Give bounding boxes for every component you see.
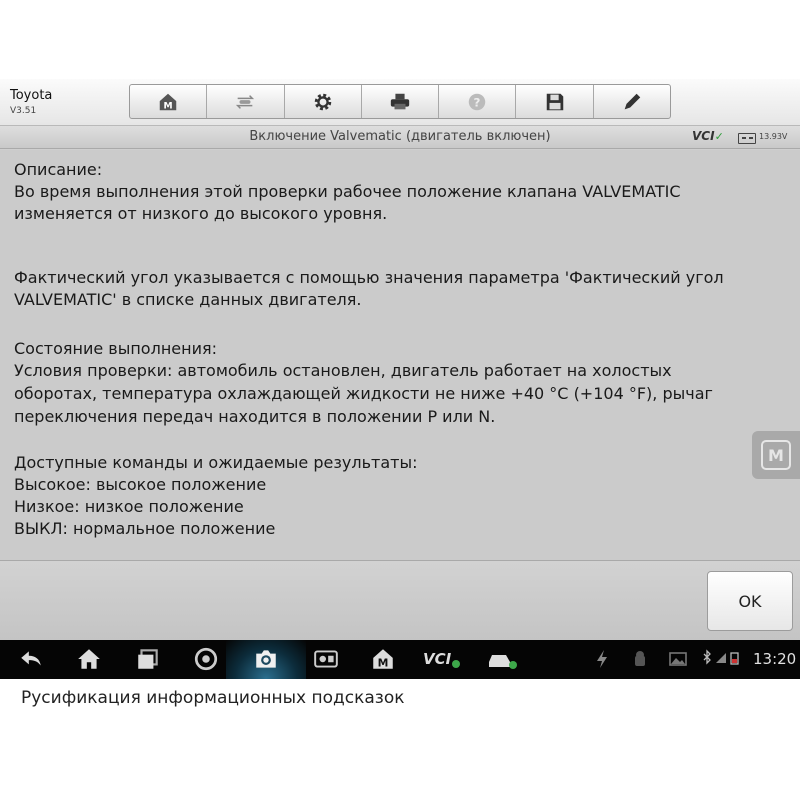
brightness-icon [314, 650, 338, 668]
text-line: Состояние выполнения: [14, 339, 217, 358]
status-clock: 13:20 [753, 650, 797, 668]
gallery-icon [668, 646, 688, 672]
help-button[interactable]: ? [439, 85, 517, 118]
svg-text:VCI: VCI [423, 650, 452, 668]
save-button[interactable] [516, 85, 594, 118]
action-bar: OK [0, 560, 800, 641]
back-button[interactable] [18, 646, 44, 672]
text-line: Условия проверки: автомобиль остановлен,… [14, 361, 672, 380]
recent-apps-button[interactable] [135, 646, 161, 672]
brightness-button[interactable] [313, 646, 339, 672]
printer-icon [390, 93, 410, 109]
settings-button[interactable] [285, 85, 362, 118]
app-screen: Toyota V3.51 M ? Включение Valvematic (д… [0, 79, 800, 679]
home-m-icon: M [159, 93, 177, 111]
help-icon: ? [469, 93, 486, 110]
print-button[interactable] [362, 85, 440, 118]
usb-debug-icon [592, 646, 612, 672]
text-line: Фактический угол указывается с помощью з… [14, 268, 724, 287]
floating-menu-button[interactable]: M [752, 431, 800, 479]
svg-text:?: ? [474, 95, 481, 109]
vci-app-button[interactable]: VCI [423, 646, 463, 672]
top-bar: Toyota V3.51 M ? [0, 79, 800, 126]
image-icon [669, 652, 687, 666]
pencil-icon [624, 93, 641, 109]
android-navigation-bar: M VCI 13:20 [0, 640, 800, 679]
vci-label: VCI [692, 129, 715, 143]
text-line: Во время выполнения этой проверки рабоче… [14, 182, 681, 201]
page-title: Включение Valvematic (двигатель включен) [249, 129, 551, 144]
text-line: переключения передач находится в положен… [14, 407, 496, 426]
text-line: Высокое: высокое положение [14, 475, 267, 494]
home-button[interactable]: M [130, 85, 208, 118]
vci-connected-icon: ✓ [714, 130, 724, 143]
chrome-icon [194, 647, 218, 671]
svg-text:M: M [164, 100, 173, 111]
home-nav-button[interactable] [76, 646, 102, 672]
status-icons [700, 646, 752, 672]
home-icon [78, 649, 100, 669]
main-toolbar: M ? [129, 84, 671, 119]
text-line: Описание: [14, 160, 103, 179]
vehicle-info: Toyota V3.51 [10, 88, 52, 116]
floppy-icon [546, 93, 563, 110]
text-line: изменяется от низкого до высокого уровня… [14, 204, 388, 223]
home-m-icon: M [373, 649, 393, 670]
ok-button[interactable]: OK [707, 571, 793, 631]
car-icon [489, 655, 517, 669]
vci-icon: VCI [423, 650, 460, 668]
bluetooth-wifi-battery-icon [703, 649, 739, 665]
title-bar: Включение Valvematic (двигатель включен)… [0, 126, 800, 149]
gear-icon [314, 93, 331, 110]
recent-apps-icon [138, 649, 158, 669]
edit-button[interactable] [594, 85, 670, 118]
battery-icon [738, 133, 756, 144]
lightning-icon [597, 650, 607, 668]
menu-m-icon: M [761, 440, 791, 470]
software-version: V3.51 [10, 106, 37, 116]
vehicle-app-button[interactable] [486, 646, 520, 672]
text-line: Низкое: низкое положение [14, 497, 244, 516]
browser-app-button[interactable] [193, 646, 219, 672]
description-panel: Описание: Во время выполнения этой прове… [0, 150, 800, 560]
vehicle-swap-button[interactable] [207, 85, 285, 118]
car-swap-icon [236, 94, 255, 109]
caption-text: Русификация информационных подсказок [21, 688, 405, 708]
battery-voltage: 13.93V [759, 132, 788, 141]
back-arrow-icon [21, 651, 41, 666]
text-line: оборотах, температура охлаждающей жидкос… [14, 384, 713, 403]
android-debug-icon [630, 646, 650, 672]
text-line: ВЫКЛ: нормальное положение [14, 519, 276, 538]
vehicle-name: Toyota [10, 88, 53, 103]
camera-icon [256, 650, 276, 668]
text-line: VALVEMATIC' в списке данных двигателя. [14, 290, 362, 309]
vci-status: VCI✓ [692, 129, 724, 143]
camera-app-button[interactable] [253, 646, 279, 672]
svg-text:M: M [378, 657, 389, 670]
android-icon [635, 651, 645, 666]
maxisys-app-button[interactable]: M [370, 646, 396, 672]
text-line: Доступные команды и ожидаемые результаты… [14, 453, 418, 472]
